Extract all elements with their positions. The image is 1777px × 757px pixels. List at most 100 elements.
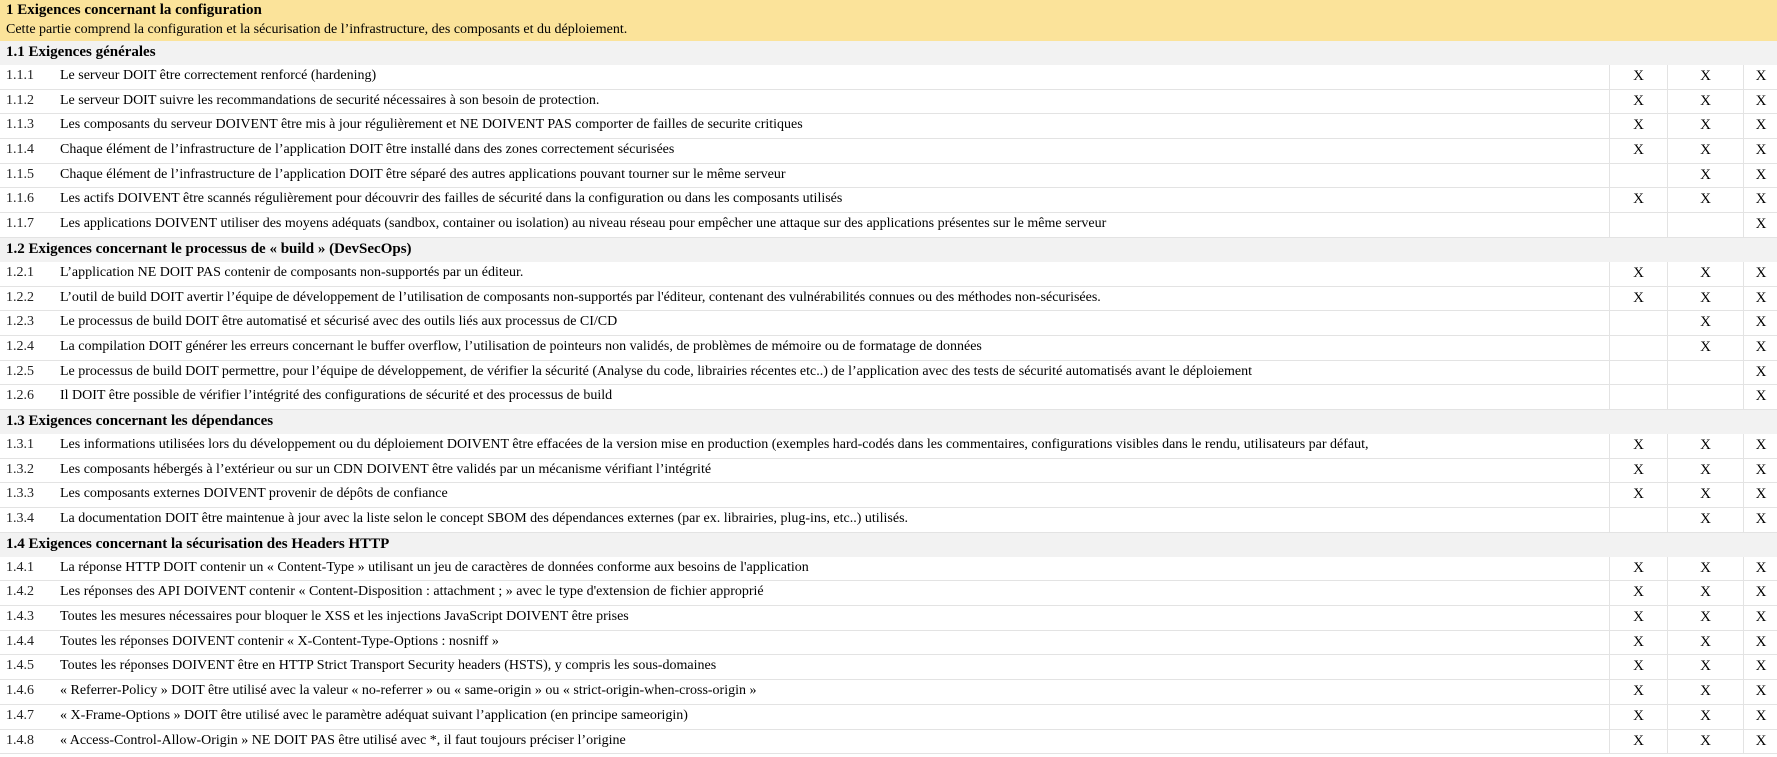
level-2-check: X [1667, 311, 1743, 335]
requirement-text: Les réponses des API DOIVENT contenir « … [60, 584, 764, 600]
level-2-check: X [1667, 483, 1743, 507]
level-3-check: X [1743, 311, 1777, 335]
level-1-check: X [1609, 433, 1667, 458]
requirement-number: 1.3.3 [6, 486, 34, 502]
requirement-number: 1.2.4 [6, 338, 34, 354]
level-3-check: X [1743, 213, 1777, 237]
level-2-check: X [1667, 286, 1743, 311]
level-2-check: X [1667, 163, 1743, 188]
level-1-check [1609, 311, 1667, 335]
level-2-check: X [1667, 335, 1743, 360]
level-3-check: X [1743, 163, 1777, 188]
level-1-check [1609, 385, 1667, 409]
level-3-check: X [1743, 188, 1777, 213]
level-1-check [1609, 335, 1667, 360]
requirement-text: Les actifs DOIVENT être scannés régulièr… [60, 191, 843, 207]
level-3-check: X [1743, 335, 1777, 360]
requirement-text: La compilation DOIT générer les erreurs … [60, 338, 982, 354]
requirement-row: 1.4.7 « X-Frame-Options » DOIT être utili… [0, 704, 1777, 730]
requirement-text: Les composants du serveur DOIVENT être m… [60, 117, 803, 133]
requirement-row: 1.4.6 « Referrer-Policy » DOIT être utili… [0, 680, 1777, 705]
level-2-check: X [1667, 188, 1743, 213]
requirement-number: 1.4.7 [6, 707, 34, 723]
level-1-check: X [1609, 188, 1667, 213]
level-3-check: X [1743, 139, 1777, 163]
level-3-check: X [1743, 606, 1777, 630]
level-3-check: X [1743, 680, 1777, 704]
requirement-number: 1.2.1 [6, 264, 34, 280]
requirement-text: « Referrer-Policy » DOIT être utilisé av… [60, 683, 757, 699]
level-2-check: X [1667, 89, 1743, 114]
level-1-check: X [1609, 458, 1667, 483]
requirement-text: Les applications DOIVENT utiliser des mo… [60, 216, 1107, 232]
level-1-check: X [1609, 286, 1667, 311]
level-2-check: X [1667, 729, 1743, 754]
requirement-text: Les composants externes DOIVENT provenir… [60, 486, 448, 502]
requirement-number: 1.2.6 [6, 388, 34, 404]
level-1-check [1609, 163, 1667, 188]
requirement-number: 1.1.5 [6, 166, 34, 182]
section-heading: 1.3 Exigences concernant les dépendances [0, 409, 1777, 434]
requirement-number: 1.1.6 [6, 191, 34, 207]
requirement-text: Le processus de build DOIT être automati… [60, 314, 618, 330]
requirement-text: Le processus de build DOIT permettre, po… [60, 363, 1253, 379]
chapter-description: Cette partie comprend la configuration e… [6, 22, 628, 37]
requirement-number: 1.1.7 [6, 216, 34, 232]
requirement-text: Chaque élément de l’infrastructure de l’… [60, 166, 786, 182]
requirement-number: 1.4.3 [6, 609, 34, 625]
requirement-row: 1.1.1 Le serveur DOIT être correctement r… [0, 65, 1777, 90]
level-1-check: X [1609, 655, 1667, 680]
requirement-text: Il DOIT être possible de vérifier l’inté… [60, 388, 613, 404]
requirement-text: Le serveur DOIT suivre les recommandatio… [60, 92, 600, 108]
requirement-text: Les informations utilisées lors du dével… [60, 436, 1369, 452]
requirement-row: 1.2.4 La compilation DOIT générer les err… [0, 335, 1777, 361]
level-1-check [1609, 360, 1667, 385]
level-2-check: X [1667, 458, 1743, 483]
level-2-check: X [1667, 606, 1743, 630]
requirement-text: Chaque élément de l’infrastructure de l’… [60, 142, 675, 158]
requirement-number: 1.4.4 [6, 633, 34, 649]
requirements-table: 1.1 Exigences générales 1.1.1 Le serveur D… [0, 41, 1777, 755]
requirement-row: 1.4.4 Toutes les réponses DOIVENT conteni… [0, 630, 1777, 656]
requirement-row: 1.1.3 Les composants du serveur DOIVENT ê… [0, 114, 1777, 140]
requirement-row: 1.3.3 Les composants externes DOIVENT pro… [0, 483, 1777, 508]
requirement-row: 1.4.2 Les réponses des API DOIVENT conten… [0, 581, 1777, 607]
level-3-check: X [1743, 286, 1777, 311]
requirement-row: 1.4.3 Toutes les mesures nécessaires pour… [0, 606, 1777, 631]
level-3-check: X [1743, 360, 1777, 385]
level-1-check: X [1609, 581, 1667, 606]
requirement-number: 1.4.8 [6, 732, 34, 748]
requirement-row: 1.4.1 La réponse HTTP DOIT contenir un « … [0, 556, 1777, 582]
level-3-check: X [1743, 114, 1777, 139]
level-1-check: X [1609, 556, 1667, 581]
requirement-text: Toutes les mesures nécessaires pour bloq… [60, 609, 629, 625]
requirements-sheet: 1 Exigences concernant la configuration … [0, 0, 1777, 755]
level-1-check: X [1609, 139, 1667, 163]
level-3-check: X [1743, 556, 1777, 581]
level-1-check: X [1609, 89, 1667, 114]
level-1-check: X [1609, 729, 1667, 754]
requirement-text: Toutes les réponses DOIVENT être en HTTP… [60, 658, 717, 674]
level-2-check: X [1667, 630, 1743, 655]
requirement-text: La réponse HTTP DOIT contenir un « Conte… [60, 559, 809, 575]
requirement-number: 1.3.4 [6, 511, 34, 526]
level-1-check: X [1609, 114, 1667, 139]
requirement-number: 1.4.1 [6, 559, 34, 575]
requirement-number: 1.4.2 [6, 584, 34, 600]
level-3-check: X [1743, 261, 1777, 286]
requirement-number: 1.1.4 [6, 142, 34, 158]
requirement-number: 1.1.2 [6, 92, 34, 108]
requirement-number: 1.3.2 [6, 461, 34, 477]
requirement-row: 1.3.4 La documentation DOIT être maintenu… [0, 508, 1777, 533]
level-2-check: X [1667, 114, 1743, 139]
level-2-check: X [1667, 139, 1743, 163]
requirement-row: 1.3.2 Les composants hébergés à l’extérie… [0, 458, 1777, 484]
level-3-check: X [1743, 704, 1777, 729]
level-3-check: X [1743, 89, 1777, 114]
level-2-check: X [1667, 680, 1743, 704]
level-1-check: X [1609, 704, 1667, 729]
requirement-text: Toutes les réponses DOIVENT contenir « X… [60, 633, 499, 649]
level-3-check: X [1743, 65, 1777, 89]
level-3-check: X [1743, 655, 1777, 680]
level-3-check: X [1743, 630, 1777, 655]
